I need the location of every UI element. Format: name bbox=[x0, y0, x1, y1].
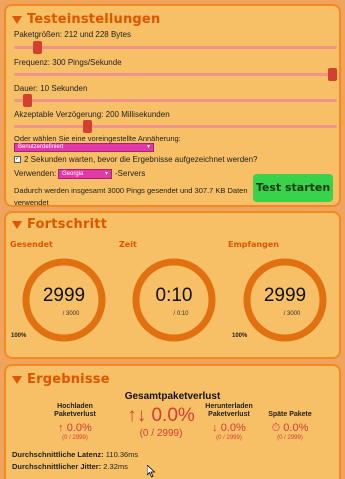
late-value: ⏱ 0.0% bbox=[271, 422, 309, 434]
results-title: Ergebnisse bbox=[27, 372, 110, 387]
results-header[interactable]: Ergebnisse bbox=[12, 372, 110, 387]
collapse-triangle-icon[interactable] bbox=[12, 375, 22, 384]
wait-checkbox-label: 2 Sekunden warten, bevor die Ergebnisse … bbox=[24, 155, 258, 164]
latency-label: Durchschnittliche Latenz: bbox=[12, 450, 104, 459]
settings-panel: Testeinstellungen Paketgrößen: 212 und 2… bbox=[4, 4, 341, 207]
settings-header[interactable]: Testeinstellungen bbox=[12, 12, 160, 27]
upload-head: Hochladen Paketverlust bbox=[40, 403, 110, 419]
delay-label: Akzeptable Verzögerung: 200 Millisekunde… bbox=[14, 110, 170, 119]
gauge-sub-sent: / 3000 bbox=[62, 311, 80, 317]
download-head-line1: Herunterladen bbox=[205, 403, 253, 410]
gauge-time: 0:10 / 0:10 bbox=[131, 257, 217, 343]
latency-value: 110.36ms bbox=[105, 450, 139, 459]
packet-size-slider[interactable] bbox=[14, 41, 337, 54]
servers-suffix: -Servers bbox=[115, 169, 146, 178]
summary-text: Dadurch werden insgesamt 3000 Pings gese… bbox=[14, 186, 248, 195]
gauge-label-received: Empfangen bbox=[228, 240, 279, 249]
late-head: Späte Pakete bbox=[268, 411, 312, 418]
jitter-value: 2.32ms bbox=[103, 462, 128, 471]
packet-size-slider-thumb[interactable] bbox=[32, 41, 42, 54]
preset-select[interactable]: Benutzerdefiniert ▾ bbox=[14, 143, 154, 152]
gauge-sent: 2999 / 3000 100% bbox=[11, 257, 107, 343]
gauge-received: 2999 / 3000 100% bbox=[232, 257, 328, 343]
chevron-down-icon: ▾ bbox=[146, 144, 150, 150]
delay-slider-thumb[interactable] bbox=[83, 120, 93, 133]
results-panel: Ergebnisse Gesamtpaketverlust Hochladen … bbox=[4, 364, 341, 479]
progress-title: Fortschritt bbox=[27, 217, 108, 232]
gauge-value-sent: 2999 bbox=[42, 285, 86, 306]
gauge-label-time: Zeit bbox=[119, 240, 137, 249]
preset-prompt: Oder wählen Sie eine voreingestellte Ann… bbox=[14, 134, 181, 143]
summary-text-cut: verwendet bbox=[14, 198, 49, 207]
wait-checkbox[interactable]: ✓ bbox=[14, 156, 21, 163]
duration-slider-thumb[interactable] bbox=[23, 94, 33, 107]
collapse-triangle-icon[interactable] bbox=[12, 15, 22, 24]
preset-select-value: Benutzerdefiniert bbox=[18, 144, 64, 150]
upload-head-line1: Hochladen bbox=[57, 403, 93, 410]
jitter-label: Durchschnittlicher Jitter: bbox=[12, 462, 102, 471]
packet-size-label: Paketgrößen: 212 und 228 Bytes bbox=[14, 30, 131, 39]
gauge-sub-time: / 0:10 bbox=[173, 311, 189, 317]
use-label: Verwenden: bbox=[14, 169, 57, 178]
collapse-triangle-icon[interactable] bbox=[12, 220, 22, 229]
gauge-value-time: 0:10 bbox=[155, 285, 193, 306]
upload-loss-value: ↑ 0.0% bbox=[58, 422, 92, 434]
progress-header[interactable]: Fortschritt bbox=[12, 217, 107, 232]
latency-stat: Durchschnittliche Latenz: 110.36ms bbox=[12, 450, 138, 459]
server-select-value: Georgia bbox=[62, 171, 84, 177]
chevron-down-icon: ▾ bbox=[104, 171, 108, 177]
frequency-slider-thumb[interactable] bbox=[328, 68, 337, 81]
progress-panel: Fortschritt Gesendet Zeit Empfangen 2999… bbox=[4, 211, 341, 359]
total-loss-title: Gesamtpaketverlust bbox=[124, 391, 221, 402]
jitter-stat: Durchschnittlicher Jitter: 2.32ms bbox=[12, 462, 128, 471]
server-select[interactable]: Georgia ▾ bbox=[58, 169, 112, 179]
settings-title: Testeinstellungen bbox=[27, 12, 161, 27]
start-test-button[interactable]: Test starten bbox=[253, 174, 333, 202]
duration-slider[interactable] bbox=[14, 94, 337, 107]
gauge-sub-received: / 3000 bbox=[283, 311, 301, 317]
gauge-label-sent: Gesendet bbox=[10, 240, 53, 249]
upload-head-line2: Paketverlust bbox=[54, 411, 96, 418]
gauge-pct-sent: 100% bbox=[11, 333, 27, 339]
frequency-label: Frequenz: 300 Pings/Sekunde bbox=[14, 58, 122, 67]
gauge-value-received: 2999 bbox=[263, 285, 307, 306]
late-sub: (0 / 2999) bbox=[277, 435, 303, 441]
duration-label: Dauer: 10 Sekunden bbox=[14, 84, 88, 93]
gauge-pct-received: 100% bbox=[232, 333, 248, 339]
upload-loss-sub: (0 / 2999) bbox=[62, 435, 88, 441]
delay-slider[interactable] bbox=[14, 120, 337, 133]
frequency-slider[interactable] bbox=[14, 68, 337, 81]
